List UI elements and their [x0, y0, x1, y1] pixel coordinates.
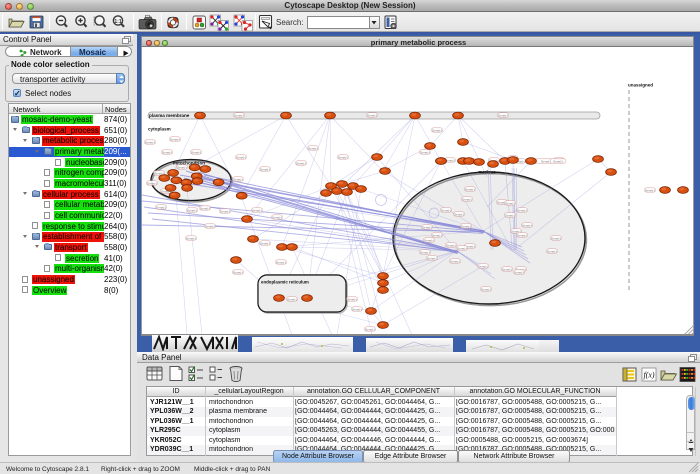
svg-text:Gene(-): Gene(-) — [522, 223, 532, 227]
svg-text:Gene(-): Gene(-) — [296, 161, 306, 165]
svg-text:Gene(-): Gene(-) — [252, 208, 262, 212]
svg-text:Gene(-): Gene(-) — [260, 241, 270, 245]
svg-text:Gene(-): Gene(-) — [347, 297, 357, 301]
svg-text:Gene(-): Gene(-) — [502, 267, 512, 271]
svg-text:Gene(-): Gene(-) — [220, 209, 230, 213]
svg-text:Gene(-): Gene(-) — [441, 208, 451, 212]
svg-text:Gene(-): Gene(-) — [517, 208, 527, 212]
svg-text:endoplasmic reticulum: endoplasmic reticulum — [261, 280, 309, 285]
svg-text:Gene(-): Gene(-) — [338, 155, 348, 159]
svg-text:Gene(-): Gene(-) — [308, 146, 318, 150]
svg-text:Gene(-): Gene(-) — [457, 246, 467, 250]
svg-text:Gene(-): Gene(-) — [505, 201, 515, 205]
svg-text:Gene(-): Gene(-) — [461, 224, 471, 228]
svg-text:Gene(-): Gene(-) — [200, 206, 210, 210]
svg-text:Gene(-): Gene(-) — [276, 260, 286, 264]
svg-text:Gene(-): Gene(-) — [465, 187, 475, 191]
svg-text:Gene(-): Gene(-) — [191, 150, 201, 154]
svg-text:Gene(-): Gene(-) — [462, 197, 472, 201]
svg-text:Gene(-): Gene(-) — [450, 259, 460, 263]
svg-text:Gene(-): Gene(-) — [260, 167, 270, 171]
svg-text:1:1: 1:1 — [114, 19, 121, 25]
svg-text:cytoplasm: cytoplasm — [148, 127, 171, 132]
svg-text:Gene(-): Gene(-) — [233, 177, 243, 181]
svg-text:Gene(-): Gene(-) — [177, 165, 187, 169]
svg-text:Gene(-): Gene(-) — [541, 159, 551, 163]
svg-text:Gene(-): Gene(-) — [547, 249, 557, 253]
svg-text:Gene(-): Gene(-) — [352, 307, 362, 311]
svg-text:Gene(-): Gene(-) — [187, 208, 197, 212]
svg-text:Gene(-): Gene(-) — [272, 215, 282, 219]
svg-text:Gene(-): Gene(-) — [514, 270, 524, 274]
svg-text:Gene(-): Gene(-) — [517, 233, 527, 237]
svg-text:Gene(-): Gene(-) — [205, 224, 215, 228]
svg-text:f(x): f(x) — [643, 371, 654, 380]
svg-text:Gene(-): Gene(-) — [145, 140, 155, 144]
svg-text:Gene(-): Gene(-) — [147, 181, 157, 185]
svg-text:Gene(-): Gene(-) — [481, 287, 491, 291]
svg-text:Gene(-): Gene(-) — [422, 225, 432, 229]
svg-text:Gene(-): Gene(-) — [367, 113, 377, 117]
svg-text:Gene(-): Gene(-) — [432, 128, 442, 132]
svg-text:Gene(-): Gene(-) — [427, 256, 437, 260]
svg-text:Gene(-): Gene(-) — [162, 150, 172, 154]
svg-text:Gene(-): Gene(-) — [365, 327, 375, 331]
svg-text:Gene(-): Gene(-) — [170, 137, 180, 141]
svg-text:Gene(-): Gene(-) — [553, 159, 563, 163]
svg-text:unassigned: unassigned — [628, 83, 653, 88]
svg-text:Gene(-): Gene(-) — [446, 243, 456, 247]
svg-text:Gene(-): Gene(-) — [287, 297, 297, 301]
svg-text:Gene(-): Gene(-) — [233, 270, 243, 274]
svg-text:Gene(-): Gene(-) — [420, 250, 430, 254]
svg-text:plasma membrane: plasma membrane — [149, 113, 190, 118]
svg-text:Gene(-): Gene(-) — [186, 236, 196, 240]
svg-text:Gene(-): Gene(-) — [156, 205, 166, 209]
svg-text:nucleus: nucleus — [478, 170, 496, 175]
svg-text:Gene(-): Gene(-) — [454, 212, 464, 216]
svg-text:Gene(-): Gene(-) — [424, 238, 434, 242]
svg-text:Gene(-): Gene(-) — [236, 155, 246, 159]
svg-text:Gene(-): Gene(-) — [645, 188, 655, 192]
svg-text:Gene(-): Gene(-) — [234, 113, 244, 117]
svg-text:Gene(-): Gene(-) — [432, 233, 442, 237]
svg-text:Gene(-): Gene(-) — [478, 264, 488, 268]
svg-text:Gene(-): Gene(-) — [551, 236, 561, 240]
svg-text:Gene(-): Gene(-) — [498, 113, 508, 117]
svg-text:Gene(-): Gene(-) — [505, 213, 515, 217]
svg-text:Gene(-): Gene(-) — [420, 150, 430, 154]
